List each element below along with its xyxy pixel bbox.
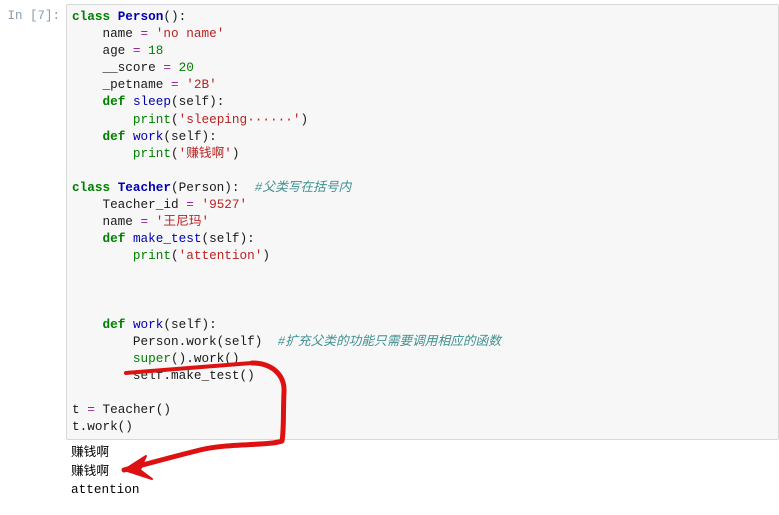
code-token: ().work() <box>171 350 240 366</box>
code-token: ( <box>171 248 179 264</box>
code-token: 'no name' <box>155 26 225 42</box>
code-token: work <box>132 316 164 332</box>
code-token: work <box>132 128 164 144</box>
code-token: ): <box>209 94 225 110</box>
code-token: 'attention' <box>178 248 263 264</box>
code-token: self <box>224 333 255 349</box>
code-token: #父类写在括号内 <box>254 179 352 195</box>
cell-output-row: 赚钱啊 赚钱啊 attention <box>0 444 779 500</box>
notebook-cell-container: In [7]: class Person(): name = 'no name'… <box>0 0 779 515</box>
code-token: Person <box>117 9 164 24</box>
code-token: Person.work( <box>72 333 225 349</box>
code-token: __score <box>72 60 164 76</box>
code-token: .make_test() <box>163 367 255 383</box>
code-token: self <box>132 367 164 383</box>
code-token: ) <box>300 111 309 127</box>
code-token: self <box>171 128 202 144</box>
code-token: name <box>72 26 141 42</box>
code-token: Teacher() <box>102 402 172 418</box>
code-token: #扩充父类的功能只需要调用相应的函数 <box>277 333 501 349</box>
code-token: ( <box>163 316 172 332</box>
code-token: age <box>72 43 133 59</box>
code-token: t <box>72 402 88 418</box>
code-token: self <box>171 316 202 332</box>
code-token: = <box>87 402 95 418</box>
code-cell-row: In [7]: class Person(): name = 'no name'… <box>0 4 779 441</box>
code-token: def <box>102 94 133 110</box>
code-token: = <box>170 77 179 93</box>
code-token: def <box>102 128 133 144</box>
code-token: '赚钱啊' <box>178 145 232 161</box>
code-token: Teacher <box>117 179 171 195</box>
code-token: Person <box>178 179 225 195</box>
code-token: '2B' <box>186 77 217 93</box>
source-code[interactable]: class Person(): name = 'no name' age = 1… <box>72 8 774 435</box>
code-token: ): <box>201 316 217 332</box>
code-token: = <box>163 60 171 76</box>
code-token: = <box>140 26 149 42</box>
code-token: def <box>102 231 133 247</box>
code-token: ) <box>262 248 271 264</box>
code-token: ): <box>201 128 217 144</box>
code-token: 20 <box>178 60 194 76</box>
code-token: = <box>132 43 141 59</box>
code-input-area[interactable]: class Person(): name = 'no name' age = 1… <box>66 4 779 441</box>
code-token: class <box>72 9 118 24</box>
code-token: ( <box>201 231 210 247</box>
code-token: (): <box>163 9 187 24</box>
code-token: ): <box>224 179 255 195</box>
cell-execution-prompt: In [7]: <box>7 9 60 23</box>
code-token: ( <box>171 94 179 110</box>
code-token: = <box>186 197 194 213</box>
code-token: name <box>72 214 141 230</box>
stdout-output-area: 赚钱啊 赚钱啊 attention <box>66 444 779 500</box>
code-token: ( <box>163 128 172 144</box>
code-token: 'sleeping······' <box>178 111 301 127</box>
code-token: Teacher_id <box>72 197 187 213</box>
code-token: ) <box>254 333 278 349</box>
code-token: = <box>140 214 149 230</box>
stdout-stream-text: 赚钱啊 赚钱啊 attention <box>71 445 140 497</box>
code-token: print <box>132 145 171 161</box>
code-token: '王尼玛' <box>155 214 210 230</box>
code-token: _petname <box>72 77 171 93</box>
code-token: ): <box>239 231 255 247</box>
code-token: '9527' <box>201 197 248 213</box>
code-token: t.work() <box>72 419 133 435</box>
code-token: self <box>209 231 240 247</box>
code-token: super <box>132 350 171 366</box>
code-token: ( <box>170 179 179 195</box>
code-token: sleep <box>132 94 172 110</box>
code-token: ) <box>231 145 240 161</box>
code-token: ( <box>171 111 179 127</box>
code-token: 18 <box>148 43 164 59</box>
code-token: print <box>132 111 171 127</box>
code-token: class <box>72 179 118 195</box>
code-token: print <box>132 248 171 264</box>
code-token: make_test <box>132 231 202 247</box>
code-token: ( <box>171 145 179 161</box>
code-token: def <box>102 316 133 332</box>
code-token: self <box>178 94 210 110</box>
